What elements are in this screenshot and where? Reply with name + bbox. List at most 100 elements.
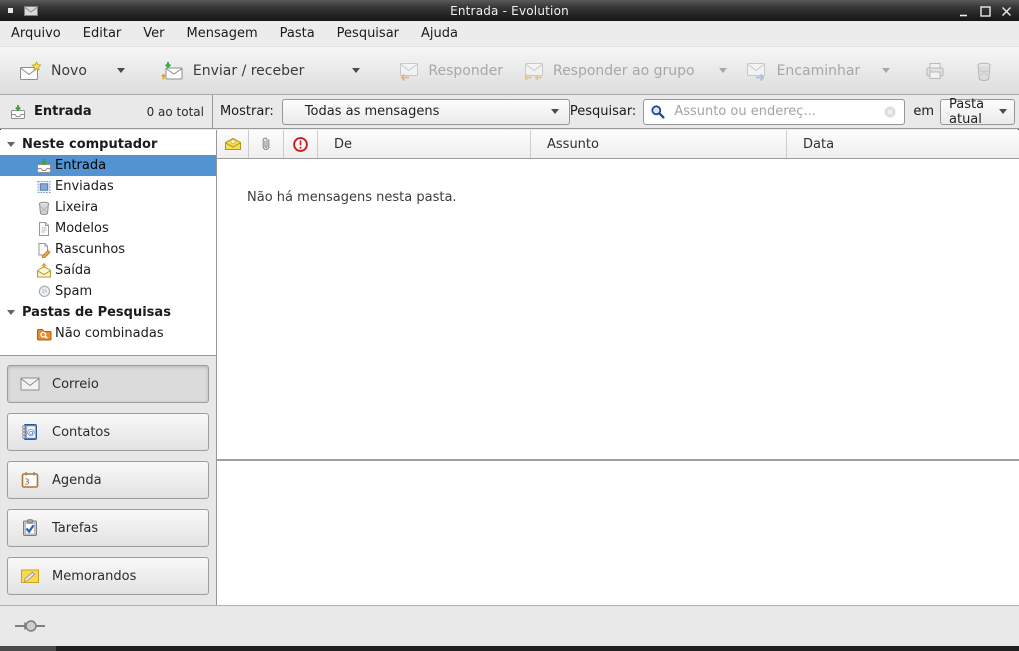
folder-tree: Neste computador Entrada Enviadas [0, 130, 216, 355]
tree-group-search-folders[interactable]: Pastas de Pesquisas [0, 302, 216, 323]
reply-label: Responder [428, 63, 503, 79]
menu-mensagem[interactable]: Mensagem [176, 22, 269, 45]
send-receive-button[interactable]: Enviar / receber [152, 52, 369, 90]
calendar-icon: 3 [20, 471, 40, 489]
send-receive-label: Enviar / receber [193, 63, 304, 79]
switcher-memorandos[interactable]: Memorandos [7, 557, 209, 595]
folder-label: Saída [55, 263, 91, 278]
close-icon [1001, 6, 1012, 17]
folder-nao-combinadas[interactable]: Não combinadas [0, 323, 216, 344]
evolution-app-icon[interactable] [24, 6, 38, 16]
new-message-label: Novo [51, 63, 87, 79]
switcher-agenda[interactable]: 3 Agenda [7, 461, 209, 499]
titlebar: Entrada - Evolution [0, 0, 1019, 21]
switcher-contatos[interactable]: @ Contatos [7, 413, 209, 451]
status-bar [0, 605, 1019, 646]
show-filter-dropdown[interactable]: Todas as mensagens [282, 99, 570, 125]
show-filter-value: Todas as mensagens [305, 104, 440, 119]
message-list[interactable]: Não há mensagens nesta pasta. [217, 159, 1019, 459]
view-switcher: Correio @ Contatos [0, 355, 216, 605]
folder-label: Spam [55, 284, 92, 299]
forward-icon [745, 61, 769, 81]
switcher-tarefas[interactable]: Tarefas [7, 509, 209, 547]
tree-group-this-computer[interactable]: Neste computador [0, 134, 216, 155]
svg-text:3: 3 [25, 478, 30, 487]
window-controls [958, 0, 1013, 21]
folder-entrada[interactable]: Entrada [0, 155, 216, 176]
expander-icon[interactable] [7, 310, 15, 315]
folder-label: Lixeira [55, 200, 98, 215]
toolbar: Novo Enviar / receber Responder [0, 47, 1019, 95]
preview-pane [217, 461, 1019, 605]
folder-modelos[interactable]: Modelos [0, 218, 216, 239]
column-status[interactable] [217, 130, 249, 158]
folder-label: Modelos [55, 221, 109, 236]
search-box[interactable] [643, 99, 905, 125]
menu-pasta[interactable]: Pasta [269, 22, 326, 45]
inbox-icon [10, 104, 26, 120]
column-data[interactable]: Data [787, 130, 1019, 158]
switcher-label: Correio [52, 377, 99, 392]
folder-enviadas[interactable]: Enviadas [0, 176, 216, 197]
online-status-icon [14, 618, 50, 634]
switcher-correio[interactable]: Correio [7, 365, 209, 403]
column-label: De [334, 137, 352, 152]
new-message-button[interactable]: Novo [10, 52, 134, 90]
close-button[interactable] [1000, 4, 1013, 17]
filter-section: Mostrar: Todas as mensagens Pesquisar: e… [213, 95, 1019, 128]
switcher-label: Memorandos [52, 569, 136, 584]
delete-button[interactable] [967, 52, 1001, 90]
reply-group-button[interactable]: Responder ao grupo [512, 52, 736, 90]
message-status-icon [224, 137, 242, 152]
reply-group-label: Responder ao grupo [553, 63, 695, 79]
new-message-dropdown-icon[interactable] [117, 68, 125, 73]
forward-button[interactable]: Encaminhar [736, 52, 900, 90]
search-folder-icon [36, 326, 52, 342]
online-toggle-button[interactable] [10, 615, 54, 637]
clear-search-icon[interactable] [882, 104, 898, 120]
switcher-label: Tarefas [52, 521, 98, 536]
minimize-icon [959, 6, 970, 17]
trash-icon [36, 200, 52, 216]
minimize-button[interactable] [958, 4, 971, 17]
column-label: Assunto [547, 137, 599, 152]
column-de[interactable]: De [318, 130, 531, 158]
trash-icon [974, 61, 994, 81]
tasks-icon [20, 519, 40, 537]
reply-button[interactable]: Responder [387, 52, 512, 90]
send-receive-dropdown-icon[interactable] [352, 68, 360, 73]
folder-spam[interactable]: Spam [0, 281, 216, 302]
folder-label: Não combinadas [55, 326, 164, 341]
forward-label: Encaminhar [777, 63, 861, 79]
folder-saida[interactable]: Saída [0, 260, 216, 281]
expander-icon[interactable] [7, 142, 15, 147]
maximize-button[interactable] [979, 4, 992, 17]
search-scope-value: Pasta atual [949, 97, 999, 127]
search-label: Pesquisar: [570, 104, 637, 119]
window-title: Entrada - Evolution [0, 4, 1019, 18]
tree-group-label: Pastas de Pesquisas [22, 305, 171, 320]
show-label: Mostrar: [220, 104, 274, 119]
forward-dropdown-icon[interactable] [882, 68, 890, 73]
search-input[interactable] [672, 103, 876, 120]
reply-group-dropdown-icon[interactable] [719, 68, 727, 73]
message-pane: De Assunto Data Não há mensagens nesta p… [217, 130, 1019, 605]
folder-label: Rascunhos [55, 242, 125, 257]
menu-ajuda[interactable]: Ajuda [410, 22, 469, 45]
folder-lixeira[interactable]: Lixeira [0, 197, 216, 218]
menu-arquivo[interactable]: Arquivo [0, 22, 72, 45]
menu-ver[interactable]: Ver [132, 22, 175, 45]
column-attachment[interactable] [249, 130, 284, 158]
search-scope-dropdown[interactable]: Pasta atual [940, 99, 1015, 125]
menu-pesquisar[interactable]: Pesquisar [326, 22, 410, 45]
print-button[interactable] [917, 52, 953, 90]
window-menu-dot-icon[interactable] [8, 8, 13, 13]
folder-rascunhos[interactable]: Rascunhos [0, 239, 216, 260]
column-assunto[interactable]: Assunto [531, 130, 787, 158]
junk-button[interactable] [1015, 52, 1019, 90]
current-folder-name: Entrada [34, 104, 92, 119]
column-priority[interactable] [284, 130, 318, 158]
contacts-icon: @ [20, 423, 40, 441]
printer-icon [924, 61, 946, 81]
menu-editar[interactable]: Editar [72, 22, 133, 45]
